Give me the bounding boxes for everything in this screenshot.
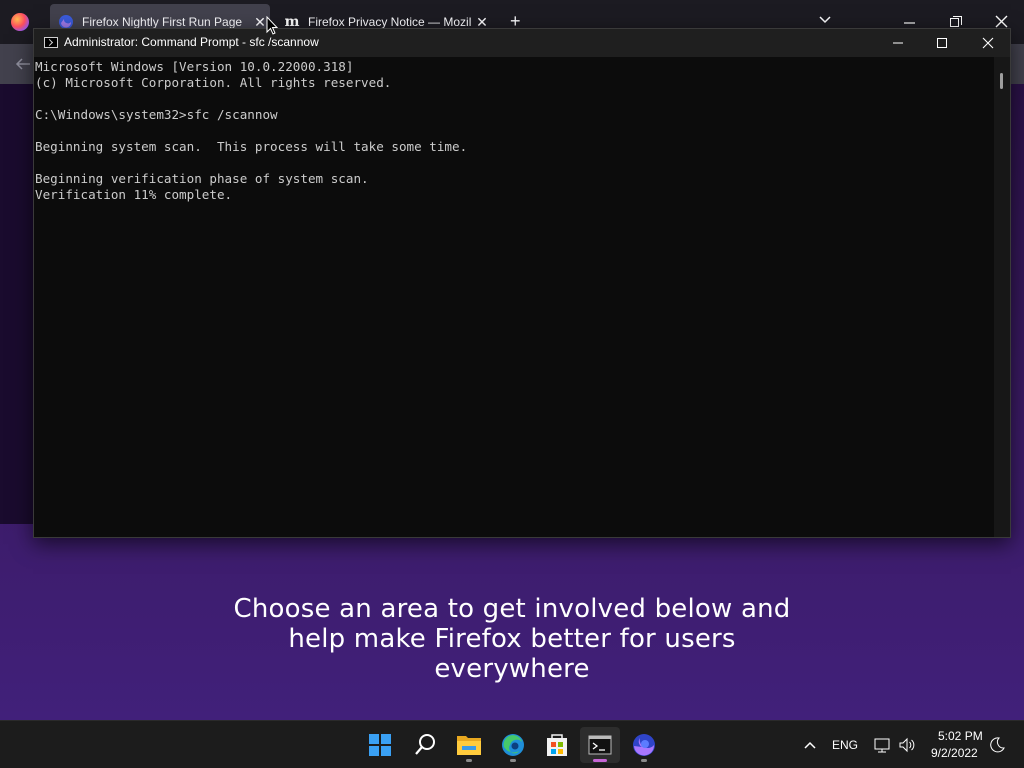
- console-line: C:\Windows\system32>sfc /scannow: [35, 107, 278, 122]
- command-prompt-window[interactable]: Administrator: Command Prompt - sfc /sca…: [33, 28, 1011, 538]
- command-prompt-icon: [44, 37, 58, 48]
- edge-button[interactable]: [493, 727, 533, 763]
- tab-label: Firefox Nightly First Run Page: [82, 15, 243, 29]
- focus-assist-moon-icon[interactable]: [988, 736, 1006, 759]
- show-hidden-icons-chevron-icon[interactable]: [802, 737, 818, 758]
- cmd-title-bar[interactable]: Administrator: Command Prompt - sfc /sca…: [34, 29, 1010, 57]
- console-line: Verification 11% complete.: [35, 187, 233, 202]
- start-icon: [360, 734, 400, 767]
- store-icon: [537, 734, 577, 767]
- console-line: Beginning verification phase of system s…: [35, 171, 369, 186]
- running-indicator: [466, 759, 472, 762]
- mouse-cursor-icon: [266, 15, 279, 36]
- file-explorer-button[interactable]: [449, 727, 489, 763]
- cmd-window-title: Administrator: Command Prompt - sfc /sca…: [64, 35, 319, 49]
- console-line: Beginning system scan. This process will…: [35, 139, 468, 154]
- search-icon: [405, 734, 445, 767]
- scrollbar-thumb[interactable]: [1000, 73, 1003, 89]
- network-icon[interactable]: [873, 736, 891, 759]
- taskbar: ENG 5:02 PM 9/2/2022: [0, 720, 1024, 768]
- back-arrow-icon[interactable]: [14, 56, 32, 77]
- cmd-maximize-button[interactable]: [924, 33, 960, 53]
- active-indicator: [593, 759, 607, 762]
- running-indicator: [641, 759, 647, 762]
- clock-date[interactable]: 9/2/2022: [931, 746, 978, 760]
- running-indicator: [510, 759, 516, 762]
- volume-icon[interactable]: [898, 736, 916, 759]
- clock-time[interactable]: 5:02 PM: [938, 729, 983, 743]
- firefox-menu-icon[interactable]: [11, 13, 29, 31]
- terminal-button[interactable]: [580, 727, 620, 763]
- tab-label: Firefox Privacy Notice — Mozilla: [308, 15, 472, 29]
- store-button[interactable]: [537, 727, 577, 763]
- start-button[interactable]: [360, 727, 400, 763]
- console-line: Microsoft Windows [Version 10.0.22000.31…: [35, 59, 354, 74]
- search-button[interactable]: [405, 727, 445, 763]
- cmd-close-button[interactable]: [970, 33, 1006, 53]
- get-involved-heading: Choose an area to get involved below and…: [233, 594, 791, 684]
- firefox-nightly-button[interactable]: [624, 727, 664, 763]
- console-line: (c) Microsoft Corporation. All rights re…: [35, 75, 392, 90]
- cmd-minimize-button[interactable]: [880, 33, 916, 53]
- cmd-scrollbar[interactable]: [994, 57, 1010, 537]
- input-language-indicator[interactable]: ENG: [832, 738, 858, 752]
- console-output[interactable]: Microsoft Windows [Version 10.0.22000.31…: [34, 57, 994, 537]
